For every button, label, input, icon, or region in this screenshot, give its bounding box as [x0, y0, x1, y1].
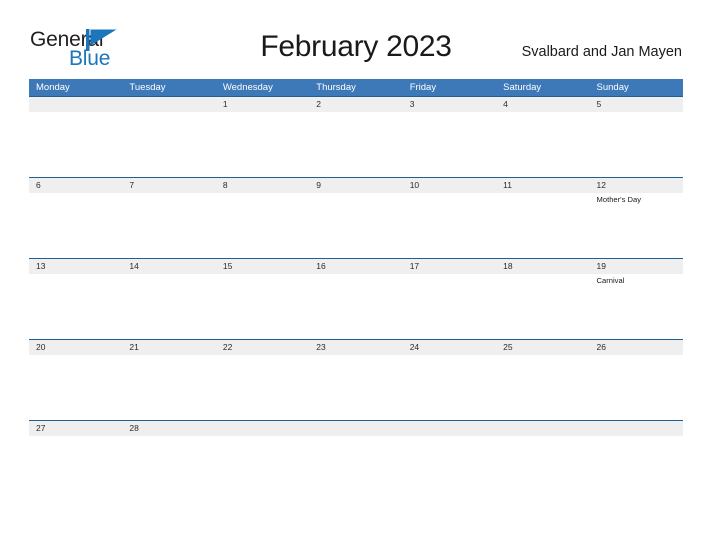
weekday-header-sunday: Sunday [596, 82, 629, 93]
day-event [309, 274, 402, 339]
day-event [309, 112, 402, 177]
day-number[interactable] [309, 421, 402, 436]
week-row: 13 14 15 16 17 18 19 Carnival [29, 258, 683, 339]
day-event [122, 193, 215, 258]
day-number[interactable]: 27 [29, 421, 122, 436]
day-event: Mother's Day [596, 195, 642, 204]
week-row: 1 2 3 4 5 [29, 96, 683, 177]
week-event-strip [29, 355, 683, 420]
day-number[interactable]: 26 [590, 340, 683, 355]
week-date-strip: 1 2 3 4 5 [29, 97, 683, 112]
day-event [590, 355, 683, 420]
day-event [122, 274, 215, 339]
week-row: 6 7 8 9 10 11 12 Mother's Day [29, 177, 683, 258]
day-number[interactable]: 10 [403, 178, 496, 193]
day-event [590, 112, 683, 177]
day-event [309, 355, 402, 420]
weekday-header-tuesday: Tuesday [129, 82, 166, 93]
day-number[interactable]: 24 [403, 340, 496, 355]
day-number[interactable] [122, 97, 215, 112]
week-date-strip: 6 7 8 9 10 11 12 [29, 178, 683, 193]
week-date-strip: 27 28 [29, 421, 683, 436]
day-number[interactable] [216, 421, 309, 436]
week-event-strip [29, 112, 683, 177]
weekday-header-wednesday: Wednesday [222, 82, 273, 93]
day-number[interactable]: 18 [496, 259, 589, 274]
weekday-header-saturday: Saturday [503, 82, 542, 93]
week-event-strip: Mother's Day [29, 193, 683, 258]
day-number[interactable]: 16 [309, 259, 402, 274]
day-number[interactable]: 14 [122, 259, 215, 274]
day-number[interactable] [590, 421, 683, 436]
day-number[interactable] [496, 421, 589, 436]
day-number[interactable]: 2 [309, 97, 402, 112]
day-event [403, 193, 496, 258]
day-event [496, 193, 589, 258]
day-number[interactable]: 4 [496, 97, 589, 112]
day-event: Carnival [596, 276, 625, 285]
weekday-header-row: Monday Tuesday Wednesday Thursday Friday… [29, 79, 683, 96]
day-number[interactable]: 15 [216, 259, 309, 274]
day-event [216, 274, 309, 339]
day-number[interactable]: 6 [29, 178, 122, 193]
day-number[interactable]: 9 [309, 178, 402, 193]
day-number[interactable]: 11 [496, 178, 589, 193]
day-number[interactable]: 13 [29, 259, 122, 274]
day-number[interactable]: 19 [590, 259, 683, 274]
day-event [496, 274, 589, 339]
day-event [29, 436, 122, 445]
day-event [403, 436, 496, 445]
day-number[interactable]: 23 [309, 340, 402, 355]
day-event [496, 355, 589, 420]
day-number[interactable]: 7 [122, 178, 215, 193]
calendar-page: General Blue February 2023 Svalbard and … [0, 0, 712, 550]
day-event [216, 355, 309, 420]
weekday-header-friday: Friday [409, 82, 437, 93]
day-event [29, 193, 122, 258]
day-event [403, 274, 496, 339]
page-header: General Blue February 2023 Svalbard and … [0, 0, 712, 78]
week-row: 20 21 22 23 24 25 26 [29, 339, 683, 420]
day-event [216, 436, 309, 445]
day-number[interactable] [403, 421, 496, 436]
day-number[interactable]: 21 [122, 340, 215, 355]
calendar-grid: Monday Tuesday Wednesday Thursday Friday… [29, 79, 683, 445]
day-number[interactable] [29, 97, 122, 112]
day-number[interactable]: 25 [496, 340, 589, 355]
day-event [496, 436, 589, 445]
day-event [122, 436, 215, 445]
day-event [403, 112, 496, 177]
location-label: Svalbard and Jan Mayen [521, 44, 682, 60]
week-date-strip: 13 14 15 16 17 18 19 [29, 259, 683, 274]
day-event [29, 112, 122, 177]
day-event [309, 436, 402, 445]
day-number[interactable]: 20 [29, 340, 122, 355]
day-number[interactable]: 1 [216, 97, 309, 112]
week-date-strip: 20 21 22 23 24 25 26 [29, 340, 683, 355]
day-event [29, 355, 122, 420]
week-event-strip [29, 436, 683, 445]
day-number[interactable]: 8 [216, 178, 309, 193]
day-event [29, 274, 122, 339]
day-event [403, 355, 496, 420]
day-number[interactable]: 22 [216, 340, 309, 355]
weekday-header-thursday: Thursday [316, 82, 356, 93]
day-number[interactable]: 12 [590, 178, 683, 193]
day-event [216, 193, 309, 258]
day-event [122, 112, 215, 177]
day-number[interactable]: 3 [403, 97, 496, 112]
day-event [496, 112, 589, 177]
day-number[interactable]: 5 [590, 97, 683, 112]
day-event [590, 436, 683, 445]
day-event [309, 193, 402, 258]
day-number[interactable]: 28 [122, 421, 215, 436]
week-row: 27 28 [29, 420, 683, 445]
day-number[interactable]: 17 [403, 259, 496, 274]
day-event [216, 112, 309, 177]
weekday-header-monday: Monday [36, 82, 70, 93]
day-event [122, 355, 215, 420]
week-event-strip: Carnival [29, 274, 683, 339]
